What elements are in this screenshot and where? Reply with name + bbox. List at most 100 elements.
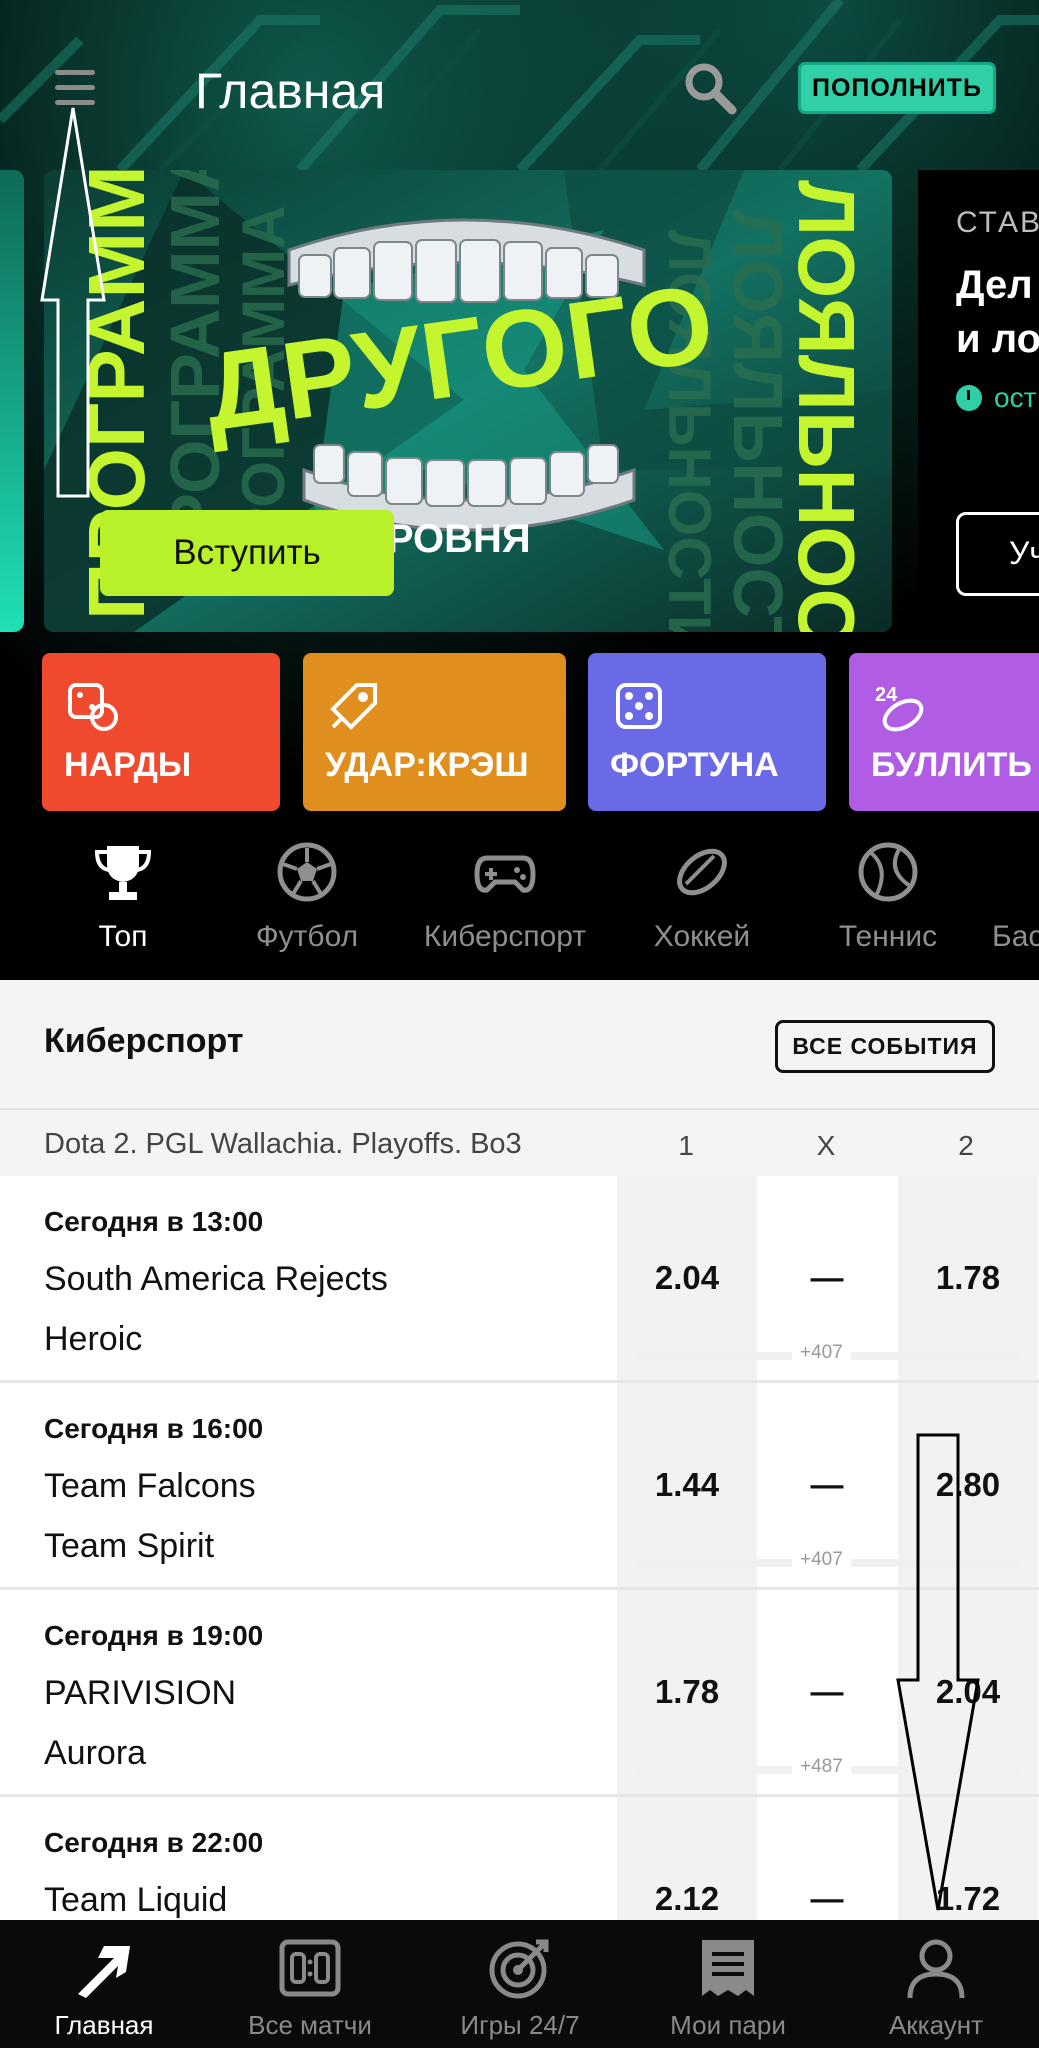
column-head-2: 2: [958, 1130, 974, 1161]
user-icon: [907, 1939, 965, 1999]
odd-x[interactable]: —: [757, 1445, 897, 1525]
menu-button[interactable]: [55, 70, 95, 106]
team-away: Heroic: [44, 1320, 143, 1358]
match-row[interactable]: Сегодня в 22:00 Team Liquid 2.12 — 1.72: [0, 1797, 1039, 1920]
events-section: Киберспорт ВСЕ СОБЫТИЯ Dota 2. PGL Walla…: [0, 980, 1039, 1920]
odd-1[interactable]: 2.04: [617, 1238, 757, 1318]
match-row[interactable]: Сегодня в 19:00 PARIVISION Aurora 1.78 —…: [0, 1590, 1039, 1797]
scoreboard-icon: [279, 1939, 341, 1997]
banner-prev-peek[interactable]: [0, 170, 24, 632]
die-icon: [616, 683, 662, 729]
column-head-1: 1: [678, 1130, 694, 1161]
odd-x[interactable]: —: [757, 1859, 897, 1920]
sport-football[interactable]: Футбол: [212, 830, 402, 980]
sport-hockey[interactable]: Хоккей: [607, 830, 797, 980]
nav-account[interactable]: Аккаунт: [836, 1920, 1036, 2048]
menu-line: [55, 70, 95, 75]
team-away: Aurora: [44, 1734, 147, 1772]
tile-fortuna[interactable]: ФОРТУНА: [588, 653, 826, 811]
search-icon[interactable]: [680, 58, 740, 118]
league-name: Dota 2. PGL Wallachia. Playoffs. Bo3: [44, 1128, 522, 1160]
odd-1[interactable]: 1.78: [617, 1652, 757, 1732]
hero-area: Главная ПОПОЛНИТЬ ПРОГРАММА ПРОГРАММА ПР…: [0, 0, 1039, 980]
more-markets-count[interactable]: +487: [792, 1756, 851, 1778]
receipt-icon: [702, 1940, 754, 1996]
nav-label: Мои пари: [670, 2010, 786, 2040]
tile-udar-krash[interactable]: УДАР:КРЭШ: [303, 653, 566, 811]
sport-label: Хоккей: [653, 920, 751, 953]
nav-label: Аккаунт: [888, 2010, 984, 2040]
promo-button[interactable]: Уч: [956, 512, 1039, 596]
dice-icon: [68, 683, 118, 731]
sport-basketball[interactable]: Бас: [958, 830, 1039, 980]
odd-2[interactable]: 1.72: [898, 1859, 1038, 1920]
promo-kicker: СТАВ: [956, 206, 1039, 239]
league-header[interactable]: Dota 2. PGL Wallachia. Playoffs. Bo3 1 X…: [0, 1108, 1039, 1176]
deposit-button[interactable]: ПОПОЛНИТЬ: [798, 62, 996, 114]
join-button[interactable]: Вступить: [100, 510, 394, 596]
sport-label: Бас: [992, 920, 1039, 953]
top-bar: Главная ПОПОЛНИТЬ: [0, 0, 1039, 170]
promo-title: Дел и ло: [956, 258, 1039, 366]
trophy-icon: [94, 846, 152, 900]
sport-categories: Топ Футбол Киберспорт Хоккей Теннис Бас: [0, 830, 1039, 980]
sport-tennis[interactable]: Теннис: [793, 830, 983, 980]
team-away: Team Spirit: [44, 1527, 215, 1565]
all-events-button[interactable]: ВСЕ СОБЫТИЯ: [775, 1020, 995, 1073]
tile-nardy[interactable]: НАРДЫ: [42, 653, 280, 811]
nav-games[interactable]: Игры 24/7: [420, 1920, 620, 2048]
sport-label: Топ: [98, 920, 148, 953]
odd-1[interactable]: 1.44: [617, 1445, 757, 1525]
arrow-logo-icon: [78, 1946, 130, 1998]
match-time: Сегодня в 19:00: [44, 1620, 264, 1651]
section-title: Киберспорт: [44, 1022, 244, 1060]
loyalty-banner[interactable]: ПРОГРАММА ПРОГРАММА ПРОГРАММА ЛОЯЛЬНОСТИ…: [44, 170, 892, 632]
match-time: Сегодня в 13:00: [44, 1206, 264, 1237]
rocket-icon: [330, 683, 377, 730]
promo-title-line1: Дел: [956, 263, 1033, 307]
match-row[interactable]: Сегодня в 13:00 South America Rejects He…: [0, 1176, 1039, 1383]
nav-all-matches[interactable]: Все матчи: [210, 1920, 410, 2048]
promo-card[interactable]: СТАВ Дел и ло ост Уч: [918, 170, 1039, 632]
target-icon: [489, 1939, 549, 1999]
nav-label: Игры 24/7: [460, 2010, 580, 2040]
nav-label: Все матчи: [248, 2010, 372, 2040]
menu-line: [55, 85, 95, 90]
nav-label: Главная: [54, 2010, 154, 2040]
menu-line: [55, 100, 95, 105]
clock-icon: [956, 385, 982, 411]
sport-label: Киберспорт: [423, 920, 587, 953]
match-time: Сегодня в 16:00: [44, 1413, 264, 1444]
soccer-ball-icon: [277, 842, 337, 902]
sport-label: Теннис: [838, 920, 938, 953]
tile-bullit[interactable]: 24 БУЛЛИТЬ: [849, 653, 1039, 811]
nav-home[interactable]: Главная: [4, 1920, 204, 2048]
match-time: Сегодня в 22:00: [44, 1827, 264, 1858]
odd-1[interactable]: 2.12: [617, 1859, 757, 1920]
page-title: Главная: [195, 63, 386, 119]
svg-text:ЛОЯЛЬНОСТИ: ЛОЯЛЬНОСТИ: [719, 210, 797, 632]
promo-timer: ост: [956, 382, 1036, 414]
puck-24-icon: 24: [875, 684, 924, 732]
sport-label: Футбол: [255, 920, 359, 953]
team-home: Team Liquid: [44, 1881, 228, 1919]
section-header: Киберспорт ВСЕ СОБЫТИЯ: [0, 980, 1039, 1108]
bottom-navigation: Главная Все матчи Игры 24/7 Мои пари Акк…: [0, 1920, 1039, 2048]
more-markets-count[interactable]: +407: [792, 1549, 851, 1571]
team-home: South America Rejects: [44, 1260, 388, 1298]
odd-2[interactable]: 1.78: [898, 1238, 1038, 1318]
odd-x[interactable]: —: [757, 1652, 897, 1732]
sport-top[interactable]: Топ: [28, 830, 218, 980]
nav-my-bets[interactable]: Мои пари: [628, 1920, 828, 2048]
match-row[interactable]: Сегодня в 16:00 Team Falcons Team Spirit…: [0, 1383, 1039, 1590]
hockey-puck-icon: [677, 848, 727, 896]
column-head-x: X: [816, 1130, 836, 1161]
gamepad-icon: [474, 855, 536, 893]
odd-2[interactable]: 2.80: [898, 1445, 1038, 1525]
tile-label: БУЛЛИТЬ: [871, 746, 1032, 784]
more-markets-count[interactable]: +407: [792, 1342, 851, 1364]
sport-esports[interactable]: Киберспорт: [410, 830, 600, 980]
odd-x[interactable]: —: [757, 1238, 897, 1318]
odd-2[interactable]: 2.04: [898, 1652, 1038, 1732]
svg-text:24: 24: [875, 684, 898, 706]
